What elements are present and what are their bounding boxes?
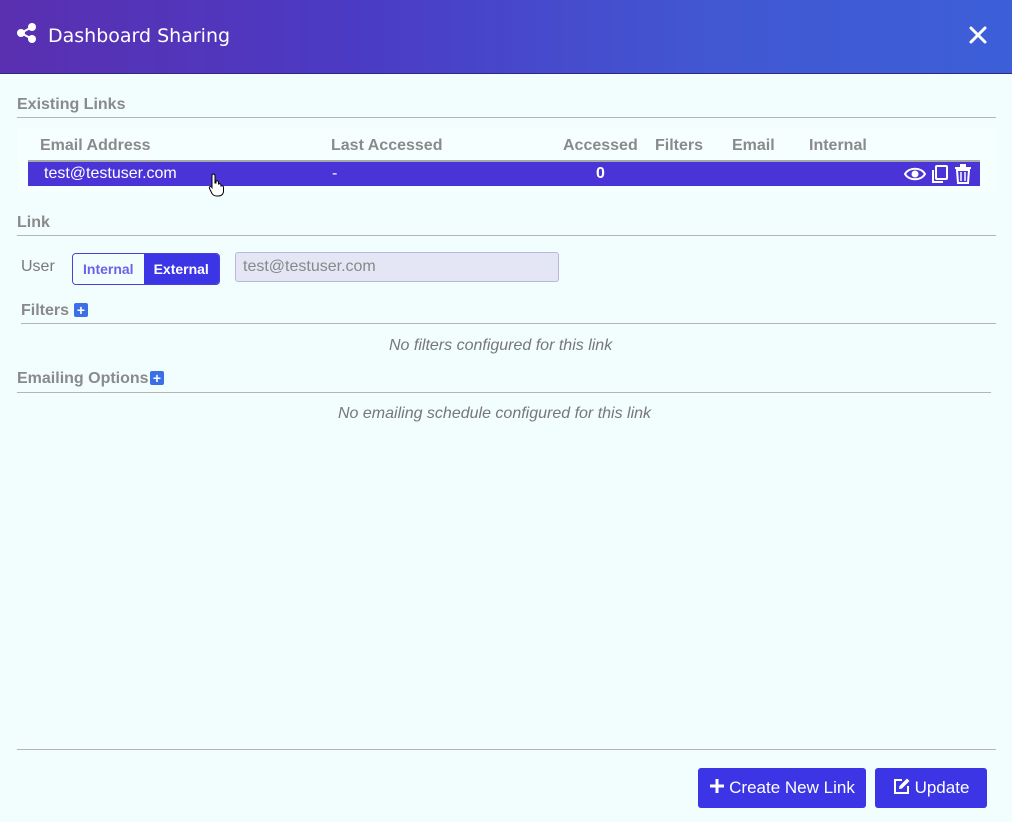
close-icon[interactable]: [966, 24, 990, 48]
column-header-accessed[interactable]: Accessed: [563, 137, 638, 155]
create-new-link-button[interactable]: Create New Link: [698, 768, 866, 808]
row-last-accessed: -: [332, 165, 338, 182]
divider: [17, 117, 996, 118]
link-section-title: Link: [17, 214, 50, 231]
divider: [17, 235, 996, 236]
dialog-header: Dashboard Sharing: [0, 0, 1012, 74]
column-header-email[interactable]: Email Address: [40, 137, 151, 155]
column-header-filters[interactable]: Filters: [655, 137, 703, 155]
row-actions: [903, 164, 972, 189]
dialog-title: Dashboard Sharing: [48, 24, 231, 47]
update-label: Update: [914, 778, 970, 797]
eye-icon[interactable]: [903, 165, 927, 188]
footer-divider: [17, 749, 996, 750]
filters-title: Filters: [21, 302, 70, 319]
plus-icon: [709, 778, 725, 799]
share-nodes-icon: [16, 22, 38, 49]
column-header-email-flag[interactable]: Email: [732, 137, 775, 155]
column-header-last-accessed[interactable]: Last Accessed: [331, 137, 442, 155]
table-row[interactable]: test@testuser.com - 0: [28, 160, 980, 186]
add-filter-plus-icon[interactable]: +: [74, 303, 88, 317]
user-label: User: [21, 258, 55, 275]
emailing-empty-message: No emailing schedule configured for this…: [338, 405, 652, 422]
edit-icon: [893, 777, 911, 800]
column-header-internal[interactable]: Internal: [809, 137, 867, 155]
divider: [17, 392, 991, 393]
toggle-external[interactable]: External: [143, 254, 219, 284]
user-email-input[interactable]: test@testuser.com: [235, 252, 559, 282]
copy-icon[interactable]: [931, 165, 949, 188]
user-type-toggle: Internal External: [72, 253, 220, 285]
add-email-schedule-plus-icon[interactable]: +: [150, 371, 164, 385]
divider: [21, 323, 996, 324]
row-email: test@testuser.com: [44, 165, 177, 182]
hand-cursor-icon: [208, 173, 226, 202]
existing-links-title: Existing Links: [17, 96, 126, 113]
create-new-link-label: Create New Link: [729, 778, 855, 797]
filters-empty-message: No filters configured for this link: [389, 337, 613, 354]
trash-icon[interactable]: [954, 164, 972, 189]
update-button[interactable]: Update: [875, 768, 987, 808]
emailing-options-title: Emailing Options: [17, 370, 149, 387]
toggle-internal[interactable]: Internal: [73, 254, 144, 284]
dialog-title-wrap: Dashboard Sharing: [16, 22, 230, 49]
row-accessed: 0: [596, 165, 605, 182]
